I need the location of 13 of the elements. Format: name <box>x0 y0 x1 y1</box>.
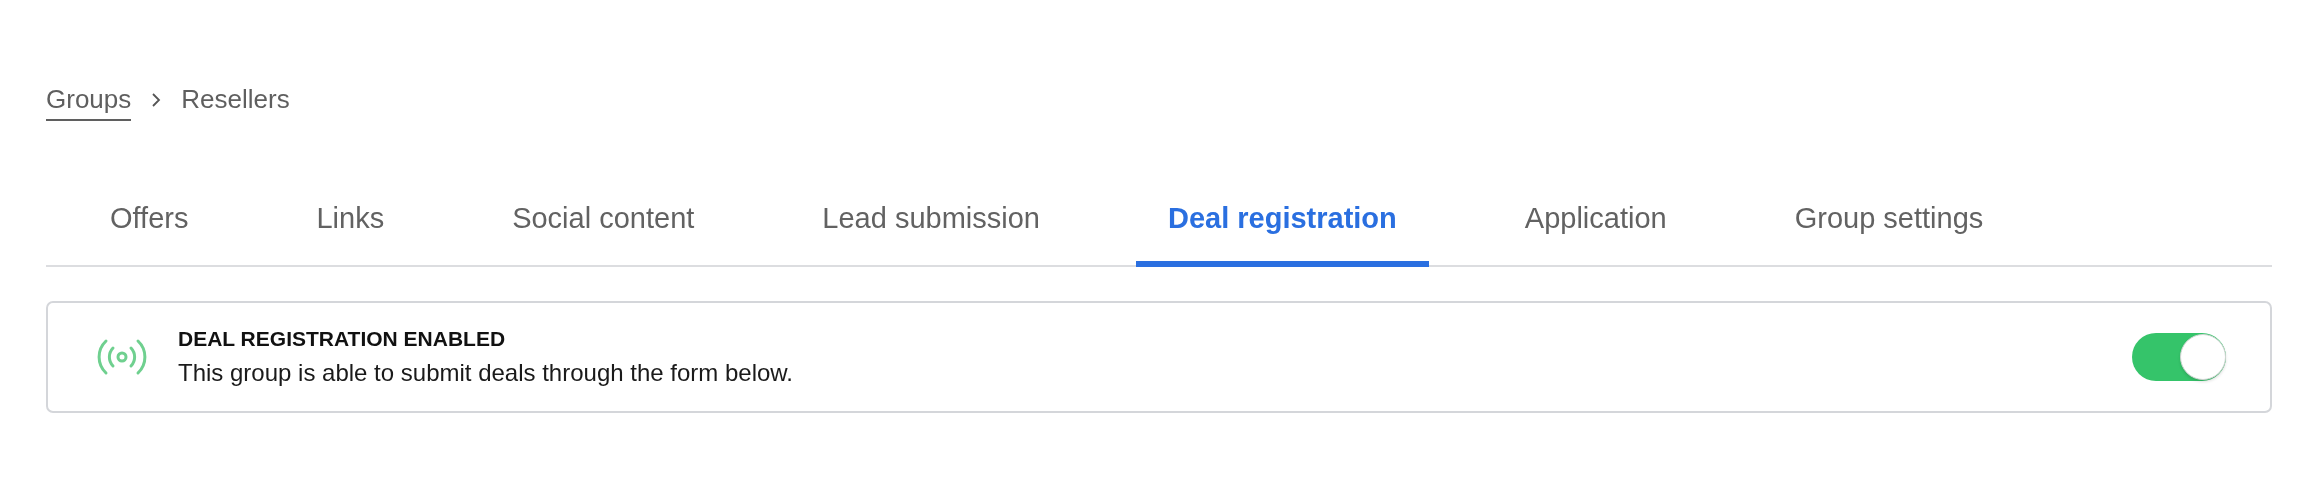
tab[interactable]: Lead submission <box>790 180 1072 267</box>
tab[interactable]: Offers <box>78 180 221 267</box>
status-title: DEAL REGISTRATION ENABLED <box>178 327 507 351</box>
tab[interactable]: Application <box>1492 180 1699 267</box>
tab[interactable]: Group settings <box>1762 180 2016 267</box>
breadcrumb-current: Resellers <box>181 83 290 116</box>
tab[interactable]: Social content <box>480 180 727 267</box>
toggle-switch[interactable] <box>2132 333 2226 381</box>
tab[interactable]: Links <box>284 180 417 267</box>
breadcrumb-link[interactable]: Groups <box>46 83 132 121</box>
status-description: This group is able to submit deals through the form below. <box>178 359 794 387</box>
broadcast-icon <box>96 338 148 376</box>
tab[interactable]: Deal registration <box>1135 180 1429 267</box>
